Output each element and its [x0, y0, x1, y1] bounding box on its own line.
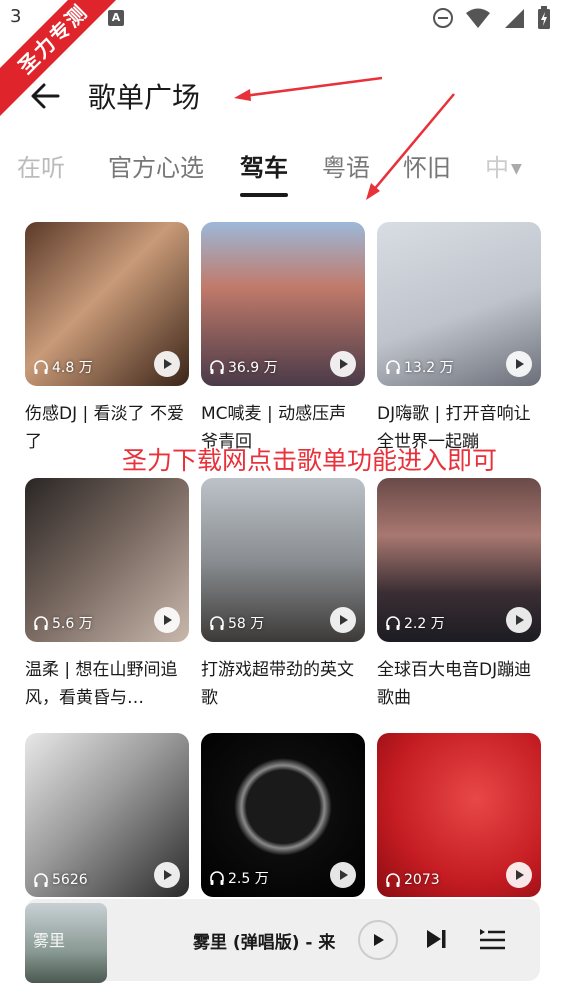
play-count: 4.8 万: [33, 357, 93, 377]
tab-nostalgia[interactable]: 怀旧: [403, 148, 451, 183]
headphones-icon: [210, 616, 224, 630]
play-count: 2.2 万: [385, 613, 445, 633]
playlist-title: 全球百大电音DJ蹦迪歌曲: [377, 660, 532, 708]
signal-icon: [505, 9, 524, 28]
battery-charging-icon: [538, 6, 550, 29]
playlist-title: 温柔 | 想在山野间追风，看黄昏与…: [25, 660, 178, 708]
playlist-card[interactable]: 2073: [377, 733, 541, 897]
play-button[interactable]: [506, 351, 532, 377]
play-button[interactable]: [506, 862, 532, 888]
play-count-value: 4.8 万: [52, 360, 93, 376]
playlist-card[interactable]: 4.8 万 伤感DJ | 看淡了 不爱了: [25, 222, 189, 456]
play-count-value: 5.6 万: [52, 616, 93, 632]
headphones-icon: [210, 871, 224, 885]
headphones-icon: [34, 360, 48, 374]
play-count: 2.5 万: [209, 868, 269, 888]
annotation-text: 圣力下载网点击歌单功能进入即可: [122, 446, 498, 475]
tab-driving[interactable]: 驾车: [240, 148, 288, 183]
skip-next-icon: [427, 930, 446, 948]
play-count: 13.2 万: [385, 357, 454, 377]
headphones-icon: [210, 360, 224, 374]
play-button[interactable]: [330, 351, 356, 377]
play-button[interactable]: [330, 862, 356, 888]
play-button[interactable]: [154, 607, 180, 633]
now-playing-title[interactable]: 雾里 (弹唱版) - 来: [193, 928, 335, 953]
category-tabs: 在听 官方心选 驾车 粤语 怀旧 中 ▼: [0, 140, 565, 200]
playlist-cover: 5.6 万: [25, 478, 189, 642]
mini-player[interactable]: 雾里 雾里 (弹唱版) - 来: [25, 899, 540, 983]
status-time: 3: [10, 6, 22, 27]
play-icon: [164, 359, 172, 369]
playlist-card[interactable]: 58 万 打游戏超带劲的英文歌: [201, 478, 365, 712]
a-notification-icon: A: [108, 10, 124, 26]
play-count-value: 36.9 万: [228, 360, 278, 376]
now-playing-cover: 雾里: [25, 903, 107, 983]
play-button[interactable]: [506, 607, 532, 633]
play-count-value: 2.2 万: [404, 616, 445, 632]
playlist-cover: 4.8 万: [25, 222, 189, 386]
playlist-card[interactable]: 13.2 万 DJ嗨歌 | 打开音响让全世界一起蹦: [377, 222, 541, 456]
play-count-value: 2.5 万: [228, 871, 269, 887]
play-icon: [340, 359, 348, 369]
tab-cantonese[interactable]: 粤语: [322, 148, 370, 183]
play-count: 5.6 万: [33, 613, 93, 633]
playlist-cover: 13.2 万: [377, 222, 541, 386]
tab-official-picks[interactable]: 官方心选: [108, 148, 204, 183]
play-count-value: 13.2 万: [404, 360, 454, 376]
page-title: 歌单广场: [88, 81, 201, 114]
playlist-cover: 2073: [377, 733, 541, 897]
headphones-icon: [34, 616, 48, 630]
playlist-cover: 36.9 万: [201, 222, 365, 386]
play-icon: [340, 870, 348, 880]
tab-more[interactable]: 中 ▼: [485, 148, 522, 183]
playlist-cover: 2.5 万: [201, 733, 365, 897]
tab-listening[interactable]: 在听: [17, 148, 65, 183]
play-icon: [516, 615, 524, 625]
play-icon: [340, 615, 348, 625]
chevron-down-icon: ▼: [511, 161, 522, 177]
play-icon: [164, 615, 172, 625]
play-count: 36.9 万: [209, 357, 278, 377]
play-count: 2073: [385, 872, 440, 888]
playlist-cover: 5626: [25, 733, 189, 897]
play-icon: [164, 870, 172, 880]
headphones-icon: [386, 616, 400, 630]
headphones-icon: [34, 873, 48, 887]
play-icon: [516, 359, 524, 369]
playlist-title: 打游戏超带劲的英文歌: [201, 660, 354, 708]
status-icons: [433, 6, 551, 30]
play-count-value: 5626: [52, 872, 88, 888]
play-pause-button[interactable]: [358, 920, 398, 960]
tab-more-label: 中: [485, 154, 509, 182]
playlist-card[interactable]: 2.2 万 全球百大电音DJ蹦迪歌曲: [377, 478, 541, 712]
play-button[interactable]: [154, 351, 180, 377]
play-button[interactable]: [330, 607, 356, 633]
playlist-card[interactable]: 2.5 万: [201, 733, 365, 897]
play-count-value: 2073: [404, 872, 440, 888]
play-icon: [374, 934, 384, 946]
app-header: 歌单广场: [0, 62, 565, 128]
wifi-icon: [466, 8, 490, 28]
play-button[interactable]: [154, 862, 180, 888]
play-count-value: 58 万: [228, 616, 265, 632]
playlist-card[interactable]: 36.9 万 MC喊麦 | 动感压声爷青回: [201, 222, 365, 456]
active-tab-indicator: [240, 193, 288, 197]
headphones-icon: [386, 873, 400, 887]
playlist-cover: 58 万: [201, 478, 365, 642]
headphones-icon: [386, 360, 400, 374]
next-track-button[interactable]: [423, 926, 449, 952]
play-count: 5626: [33, 872, 88, 888]
play-count: 58 万: [209, 613, 264, 633]
playlist-cover: 2.2 万: [377, 478, 541, 642]
playlist-card[interactable]: 5.6 万 温柔 | 想在山野间追风，看黄昏与…: [25, 478, 189, 712]
now-playing-cover-text: 雾里: [33, 931, 66, 950]
do-not-disturb-icon: [433, 8, 453, 28]
playlist-card[interactable]: 5626: [25, 733, 189, 897]
queue-list-icon: [480, 929, 505, 950]
play-icon: [516, 870, 524, 880]
playlist-queue-button[interactable]: [477, 924, 507, 954]
